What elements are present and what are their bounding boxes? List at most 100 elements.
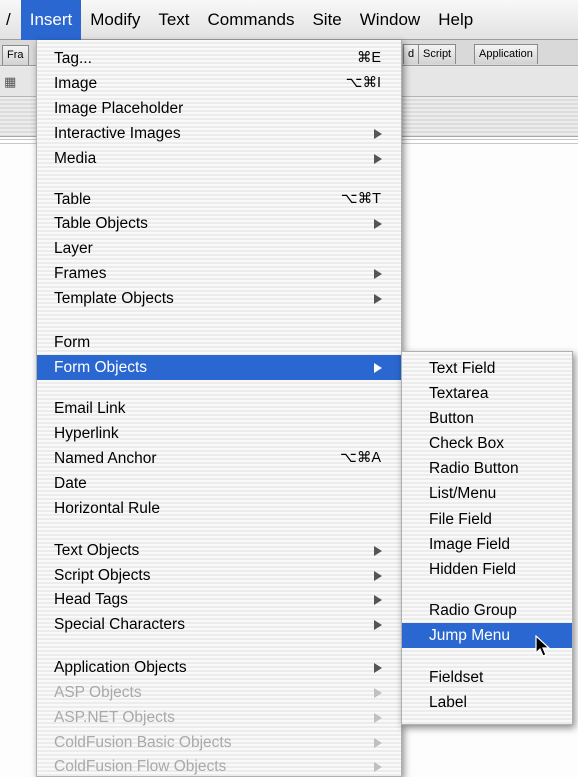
menu-item-label: Named Anchor <box>54 450 157 467</box>
menu-item-label: Image Field <box>429 536 510 553</box>
menu-item-label: Interactive Images <box>54 125 181 142</box>
menu-item-coldfusion-basic-objects: ColdFusion Basic Objects <box>37 730 401 755</box>
submenu-arrow-icon <box>374 571 382 581</box>
insert-bar-tab-forms[interactable]: d <box>403 44 420 64</box>
menu-item-label: Script Objects <box>54 567 151 584</box>
insert-bar-tab-application[interactable]: Application <box>474 44 538 64</box>
menu-item-label: Table <box>54 191 92 208</box>
menu-item-date[interactable]: Date <box>37 471 401 496</box>
submenu-arrow-icon <box>374 363 382 373</box>
submenu-item-radio-group[interactable]: Radio Group <box>402 598 572 623</box>
submenu-item-label[interactable]: Label <box>402 690 572 715</box>
menu-item-label: Jump Menu <box>429 627 510 644</box>
menu-item-form[interactable]: Form <box>37 330 401 355</box>
menu-item-script-objects[interactable]: Script Objects <box>37 563 401 588</box>
menu-item-label: Form Objects <box>54 359 148 376</box>
menubar-item-commands[interactable]: Commands <box>199 0 304 40</box>
menu-item-label: Media <box>54 150 97 167</box>
menu-item-label: ASP.NET Objects <box>54 709 175 726</box>
submenu-arrow-icon <box>374 620 382 630</box>
menu-item-label: Date <box>54 475 87 492</box>
submenu-arrow-icon <box>374 595 382 605</box>
menu-item-image-placeholder[interactable]: Image Placeholder <box>37 96 401 121</box>
menubar-item-insert[interactable]: Insert <box>20 0 82 40</box>
menu-item-label: Form <box>54 334 91 351</box>
menu-item-label: Image <box>54 75 98 92</box>
menu-item-horizontal-rule[interactable]: Horizontal Rule <box>37 496 401 521</box>
submenu-arrow-icon <box>374 546 382 556</box>
menu-item-label: ColdFusion Flow Objects <box>54 758 227 775</box>
menu-item-interactive-images[interactable]: Interactive Images <box>37 121 401 146</box>
menu-item-layer[interactable]: Layer <box>37 236 401 261</box>
submenu-item-list-menu[interactable]: List/Menu <box>402 481 572 506</box>
submenu-arrow-icon <box>374 713 382 723</box>
menubar-item-modify[interactable]: Modify <box>81 0 149 40</box>
submenu-arrow-icon <box>374 688 382 698</box>
menu-item-label: Button <box>429 410 474 427</box>
submenu-item-text-field[interactable]: Text Field <box>402 356 572 381</box>
submenu-item-textarea[interactable]: Textarea <box>402 381 572 406</box>
submenu-item-hidden-field[interactable]: Hidden Field <box>402 557 572 582</box>
menu-item-label: Image Placeholder <box>54 100 184 117</box>
menu-item-coldfusion-flow-objects: ColdFusion Flow Objects <box>37 754 401 777</box>
menu-item-label: ColdFusion Basic Objects <box>54 734 232 751</box>
submenu-arrow-icon <box>374 154 382 164</box>
menu-item-label: Template Objects <box>54 290 174 307</box>
menu-item-table[interactable]: Table ⌥⌘T <box>37 187 401 212</box>
shortcut-label: ⌘E <box>356 50 381 66</box>
menu-item-label: Text Field <box>429 360 496 377</box>
menu-item-named-anchor[interactable]: Named Anchor ⌥⌘A <box>37 446 401 471</box>
menu-item-hyperlink[interactable]: Hyperlink <box>37 421 401 446</box>
menu-item-label: File Field <box>429 511 492 528</box>
menu-item-label: Head Tags <box>54 591 128 608</box>
submenu-item-check-box[interactable]: Check Box <box>402 431 572 456</box>
menubar-item-help[interactable]: Help <box>429 0 482 40</box>
menubar-item-site[interactable]: Site <box>303 0 350 40</box>
menu-item-email-link[interactable]: Email Link <box>37 396 401 421</box>
menu-item-form-objects[interactable]: Form Objects <box>37 355 401 380</box>
menu-item-image[interactable]: Image ⌥⌘I <box>37 71 401 96</box>
menu-item-label: Email Link <box>54 400 126 417</box>
menu-item-label: Horizontal Rule <box>54 500 160 517</box>
submenu-arrow-icon <box>374 269 382 279</box>
submenu-arrow-icon <box>374 762 382 772</box>
menu-item-label: Tag... <box>54 50 92 67</box>
submenu-arrow-icon <box>374 294 382 304</box>
submenu-item-radio-button[interactable]: Radio Button <box>402 456 572 481</box>
menu-item-text-objects[interactable]: Text Objects <box>37 538 401 563</box>
menu-item-label: Textarea <box>429 385 489 402</box>
submenu-arrow-icon <box>374 219 382 229</box>
menu-item-special-characters[interactable]: Special Characters <box>37 612 401 637</box>
menu-item-tag[interactable]: Tag... ⌘E <box>37 46 401 71</box>
shortcut-label: ⌥⌘I <box>345 75 381 91</box>
menu-item-label: ASP Objects <box>54 684 142 701</box>
menu-item-label: Special Characters <box>54 616 185 633</box>
menu-item-head-tags[interactable]: Head Tags <box>37 587 401 612</box>
menu-item-label: Radio Button <box>429 460 519 477</box>
shortcut-label: ⌥⌘T <box>340 191 381 207</box>
menu-item-label: Hidden Field <box>429 561 517 578</box>
menu-item-label: Hyperlink <box>54 425 119 442</box>
insert-bar-tab-script[interactable]: Script <box>418 44 457 64</box>
submenu-item-fieldset[interactable]: Fieldset <box>402 665 572 690</box>
form-objects-submenu: Text Field Textarea Button Check Box Rad… <box>401 351 573 725</box>
menu-item-application-objects[interactable]: Application Objects <box>37 655 401 680</box>
menu-item-label: List/Menu <box>429 485 497 502</box>
menubar-item-text[interactable]: Text <box>149 0 198 40</box>
menu-item-table-objects[interactable]: Table Objects <box>37 211 401 236</box>
menu-item-media[interactable]: Media <box>37 146 401 171</box>
toolbar-icon[interactable]: ▦ <box>4 74 16 90</box>
mouse-pointer-icon <box>535 635 551 657</box>
submenu-arrow-icon <box>374 738 382 748</box>
submenu-item-file-field[interactable]: File Field <box>402 507 572 532</box>
menu-item-label: Table Objects <box>54 215 148 232</box>
menubar-item-window[interactable]: Window <box>351 0 429 40</box>
submenu-item-button[interactable]: Button <box>402 406 572 431</box>
menu-item-asp-objects: ASP Objects <box>37 680 401 705</box>
menu-item-label: Application Objects <box>54 659 187 676</box>
menubar-item-view[interactable]: / <box>0 0 21 40</box>
submenu-item-image-field[interactable]: Image Field <box>402 532 572 557</box>
menu-item-frames[interactable]: Frames <box>37 261 401 286</box>
menu-item-template-objects[interactable]: Template Objects <box>37 286 401 311</box>
insert-bar-tab-frames[interactable]: Fra <box>2 45 29 65</box>
